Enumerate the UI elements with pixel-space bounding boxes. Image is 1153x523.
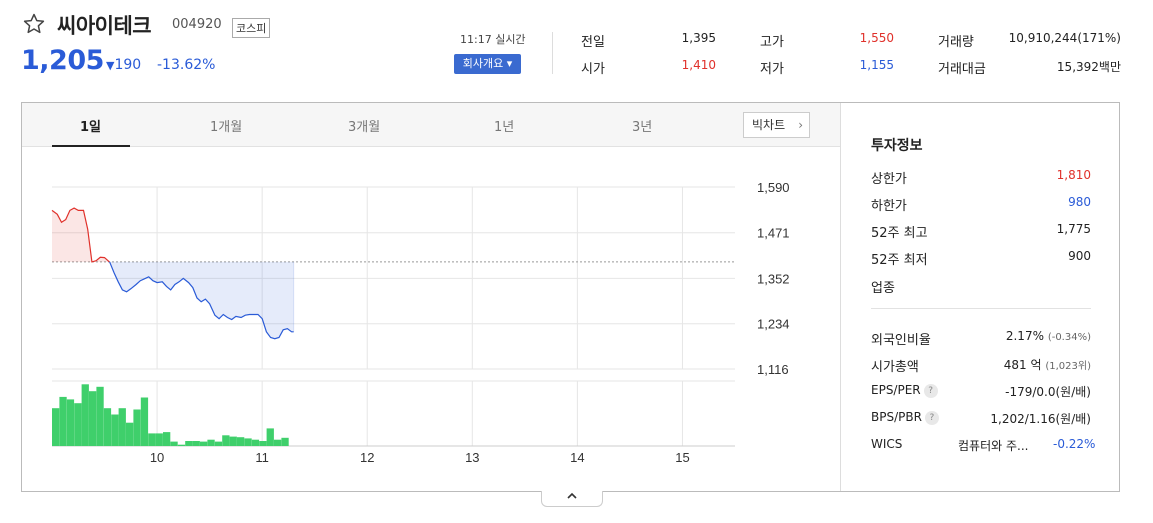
volume-bar [140,397,149,446]
y-axis-tick-label: 1,471 [757,226,790,241]
week52-low-value: 900 [1068,249,1091,263]
volume-bar [251,439,260,446]
volume-bar [111,414,119,446]
x-axis-tick-label: 14 [570,450,584,465]
volume-bar [192,441,200,446]
market-cap-rank: (1,023위) [1045,361,1091,372]
volume-bar [274,439,282,446]
lower-limit-value: 980 [1068,195,1091,209]
y-axis-tick-label: 1,352 [757,271,790,286]
foreign-ratio-label: 외국인비율 [871,333,931,348]
x-axis-tick-label: 13 [465,450,479,465]
week52-high-value: 1,775 [1056,222,1091,236]
volume-bar [103,408,112,446]
eps-per-text: EPS/PER [871,383,921,397]
wics-industry-link[interactable]: 컴퓨터와 주... [958,437,1028,454]
eps-per-label: EPS/PER? [871,383,938,398]
market-cap-value: 481 억 (1,023위) [960,356,1091,373]
foreign-ratio-change: (-0.34%) [1047,332,1091,343]
volume-bar [133,409,141,446]
volume-bar [148,433,156,446]
volume-bar [244,438,252,446]
volume-bar [163,432,171,446]
x-axis-tick-label: 15 [675,450,689,465]
wics-change: -0.22% [1053,437,1096,451]
volume-bar [266,428,274,446]
volume-bar [229,436,237,446]
volume-bar [81,384,89,446]
market-cap-number: 481 억 [1003,358,1042,372]
bps-pbr-value: 1,202/1.16(원/배) [960,410,1091,427]
volume-bar [59,396,67,446]
industry-label: 업종 [871,281,895,296]
foreign-ratio-value: 2.17% (-0.34%) [960,329,1091,343]
wics-label: WICS [871,437,903,451]
price-area-up [52,208,110,262]
volume-bar [207,439,215,446]
volume-bar [155,433,163,446]
upper-limit-value: 1,810 [1056,168,1091,182]
collapse-button[interactable] [541,491,603,507]
info-divider [871,308,1091,309]
volume-bar [170,441,178,446]
volume-bar [237,437,245,446]
week52-high-label: 52주 최고 [871,226,928,241]
x-axis-tick-label: 11 [255,450,269,465]
volume-bar [214,441,223,446]
bps-pbr-unit: (원/배) [1055,412,1092,426]
x-axis-tick-label: 12 [360,450,374,465]
y-axis-tick-label: 1,234 [757,317,790,332]
volume-bar [52,408,60,446]
price-area-down [109,261,294,339]
help-icon[interactable]: ? [924,411,939,425]
eps-per-value: -179/0.0(원/배) [960,383,1091,400]
x-axis-tick-label: 10 [150,450,164,465]
volume-bar [177,444,186,446]
volume-bar [89,391,97,446]
volume-bar [222,435,230,446]
y-axis-tick-label: 1,116 [757,362,789,377]
eps-per-unit: (원/배) [1055,385,1092,399]
volume-bar [118,408,126,446]
market-cap-label: 시가총액 [871,360,919,375]
volume-bar [126,422,134,446]
bps-pbr-text: BPS/PBR [871,410,922,424]
foreign-ratio-number: 2.17% [1005,329,1044,343]
week52-low-label: 52주 최저 [871,253,928,268]
invest-info-title: 투자정보 [871,138,923,154]
volume-bar [259,441,267,446]
volume-bar [96,386,104,446]
help-icon[interactable]: ? [923,384,938,398]
volume-bar [200,441,208,446]
eps-per-number: -179/0.0 [1005,385,1056,399]
volume-bar [185,441,193,446]
bps-pbr-number: 1,202/1.16 [990,412,1056,426]
volume-bar [281,437,289,446]
upper-limit-label: 상한가 [871,172,907,187]
y-axis-tick-label: 1,590 [757,180,790,195]
lower-limit-label: 하한가 [871,199,907,214]
volume-bar [66,399,75,446]
volume-bar [74,403,82,446]
chevron-up-icon [567,492,577,499]
bps-pbr-label: BPS/PBR? [871,410,939,425]
